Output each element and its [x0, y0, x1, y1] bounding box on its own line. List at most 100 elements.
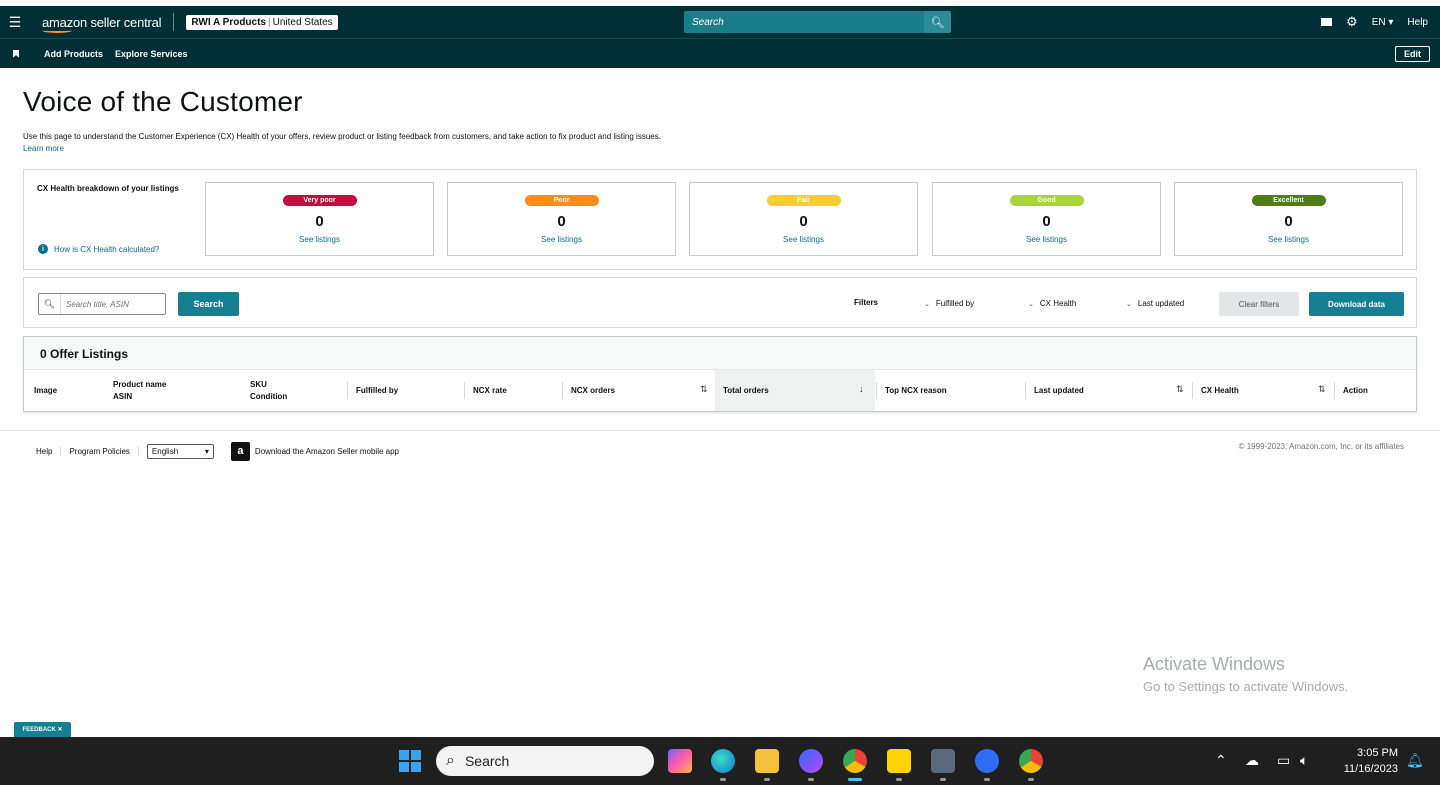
cx-badge-very-poor: Very poor: [282, 195, 357, 206]
filters-label: Filters: [854, 298, 879, 307]
page-title: Voice of the Customer: [23, 86, 303, 117]
col-product-name[interactable]: Product name ASIN: [105, 370, 166, 411]
windows-taskbar: ⌕ Search ⌃ ☁ ▭ 🔈︎ 3:05 PM 11/16/2023 🔔︎: [0, 737, 1440, 785]
sticky-notes-icon[interactable]: [887, 749, 911, 773]
taskbar-search[interactable]: ⌕ Search: [436, 746, 654, 776]
footer-program-policies-link[interactable]: Program Policies: [61, 446, 139, 456]
sort-icon[interactable]: ⇅: [1176, 384, 1184, 395]
network-icon[interactable]: ▭: [1277, 752, 1290, 769]
col-ncx-rate[interactable]: NCX rate: [464, 382, 507, 399]
search-icon: ⌕: [446, 752, 455, 769]
footer: Help Program Policies English ▾ a Downloa…: [36, 441, 399, 461]
last-updated-dropdown[interactable]: ⌄ Last updated: [1126, 299, 1184, 308]
listing-search-button[interactable]: Search: [178, 292, 239, 316]
cx-badge-poor: Poor: [524, 195, 599, 206]
messenger-icon[interactable]: [799, 749, 823, 773]
cx-health-info-text: How is CX Health calculated?: [54, 244, 160, 254]
feedback-button[interactable]: FEEDBACK ✕: [14, 722, 71, 737]
table-header-row: Image Product name ASIN SKU Condition Fulf…: [24, 370, 1416, 411]
cx-badge-good: Good: [1009, 195, 1084, 206]
explore-services-link[interactable]: Explore Services: [115, 49, 188, 59]
notification-bell-icon[interactable]: 🔔︎: [1406, 752, 1424, 769]
chevron-down-icon: ▾: [204, 446, 209, 456]
col-top-ncx-reason[interactable]: Top NCX reason: [876, 382, 947, 399]
account-switcher[interactable]: RWI A Products | United States: [186, 14, 338, 30]
fulfilled-by-dropdown[interactable]: ⌄ Fulfilled by: [924, 299, 974, 308]
cx-badge-fair: Fair: [766, 195, 841, 206]
col-cx-health[interactable]: CX Health: [1192, 382, 1239, 399]
chevron-down-icon: ⌄: [1126, 300, 1132, 308]
navbar-divider: [173, 13, 175, 31]
cx-count-excellent: 0: [1284, 213, 1293, 230]
help-link[interactable]: Help: [1407, 17, 1428, 28]
clock[interactable]: 3:05 PM 11/16/2023: [1333, 745, 1398, 777]
last-updated-filter-label: Last updated: [1137, 299, 1185, 308]
cx-count-fair: 0: [799, 213, 808, 230]
gear-icon[interactable]: ⚙: [1346, 14, 1358, 30]
sort-icon[interactable]: ⇅: [1318, 384, 1326, 395]
bookmark-icon[interactable]: [13, 49, 19, 58]
col-sku[interactable]: SKU Condition: [242, 370, 287, 411]
sort-descending-icon[interactable]: ↓: [859, 384, 864, 394]
copilot-icon[interactable]: [668, 749, 692, 773]
search-icon: 🔍︎: [39, 294, 61, 314]
file-explorer-icon[interactable]: [755, 749, 779, 773]
volume-icon[interactable]: 🔈︎: [1300, 752, 1308, 769]
sort-icon[interactable]: ⇅: [700, 384, 708, 395]
top-navbar: ☰ amazon seller central RWI A Products | U…: [0, 6, 1440, 38]
chrome-profile-icon[interactable]: [1019, 749, 1043, 773]
see-listings-excellent[interactable]: See listings: [1175, 235, 1402, 244]
cx-health-info-link[interactable]: i How is CX Health calculated?: [38, 244, 159, 254]
search-icon: 🔍︎: [930, 16, 945, 29]
cx-health-dropdown[interactable]: ⌄ CX Health: [1028, 299, 1076, 308]
amazon-seller-central-logo[interactable]: amazon seller central: [42, 15, 162, 33]
col-total-orders[interactable]: Total orders: [715, 370, 875, 411]
footer-language-select[interactable]: English ▾: [146, 443, 214, 459]
cx-count-poor: 0: [557, 213, 566, 230]
col-last-updated[interactable]: Last updated: [1025, 382, 1084, 399]
onedrive-icon[interactable]: ☁: [1245, 752, 1259, 769]
see-listings-good[interactable]: See listings: [933, 235, 1160, 244]
chevron-up-icon[interactable]: ⌃: [1215, 752, 1227, 769]
add-products-link[interactable]: Add Products: [44, 49, 103, 59]
download-app-link[interactable]: Download the Amazon Seller mobile app: [255, 447, 399, 456]
see-listings-fair[interactable]: See listings: [690, 235, 917, 244]
see-listings-very-poor[interactable]: See listings: [206, 235, 433, 244]
zalo-icon[interactable]: [975, 749, 999, 773]
cx-count-good: 0: [1042, 213, 1051, 230]
download-data-button[interactable]: Download data: [1309, 292, 1404, 316]
language-selector[interactable]: EN ▾: [1372, 17, 1394, 28]
offer-listings-table: 0 Offer Listings Image Product name ASIN …: [23, 336, 1417, 412]
cx-health-label: CX Health breakdown of your listings: [37, 184, 179, 193]
col-ncx-orders[interactable]: NCX orders: [562, 382, 615, 399]
filter-bar: 🔍︎ Search title, ASIN Search Filters ⌄ Fu…: [23, 277, 1417, 328]
cx-health-filter-label: CX Health: [1039, 299, 1077, 308]
edit-button[interactable]: Edit: [1395, 46, 1430, 62]
secondary-navbar: Add Products Explore Services Edit: [0, 38, 1440, 68]
windows-start-icon[interactable]: [399, 750, 421, 772]
clear-filters-button[interactable]: Clear filters: [1219, 292, 1299, 316]
edge-icon[interactable]: [711, 749, 735, 773]
see-listings-poor[interactable]: See listings: [448, 235, 675, 244]
col-image: Image: [34, 385, 58, 395]
col-fulfilled-by[interactable]: Fulfilled by: [347, 382, 398, 399]
amazon-app-icon[interactable]: a: [230, 441, 250, 461]
hamburger-menu-icon[interactable]: ☰: [0, 6, 30, 38]
cx-count-very-poor: 0: [315, 213, 324, 230]
chrome-icon[interactable]: [843, 749, 867, 773]
info-icon: i: [38, 244, 48, 254]
mail-icon[interactable]: [1321, 18, 1333, 26]
global-search-input[interactable]: Search: [684, 11, 924, 33]
account-name: RWI A Products: [191, 16, 266, 28]
global-search-button[interactable]: 🔍︎: [924, 11, 951, 33]
calculator-icon[interactable]: [931, 749, 955, 773]
footer-help-link[interactable]: Help: [36, 446, 62, 456]
cx-tile-excellent: Excellent 0 See listings: [1174, 182, 1403, 256]
cx-tile-poor: Poor 0 See listings: [447, 182, 676, 256]
fulfilled-by-label: Fulfilled by: [935, 299, 975, 308]
table-title: 0 Offer Listings: [24, 337, 1416, 370]
footer-divider: [0, 430, 1440, 431]
cx-badge-excellent: Excellent: [1251, 195, 1326, 206]
learn-more-link[interactable]: Learn more: [23, 144, 64, 153]
listing-search-input[interactable]: 🔍︎ Search title, ASIN: [38, 293, 166, 315]
